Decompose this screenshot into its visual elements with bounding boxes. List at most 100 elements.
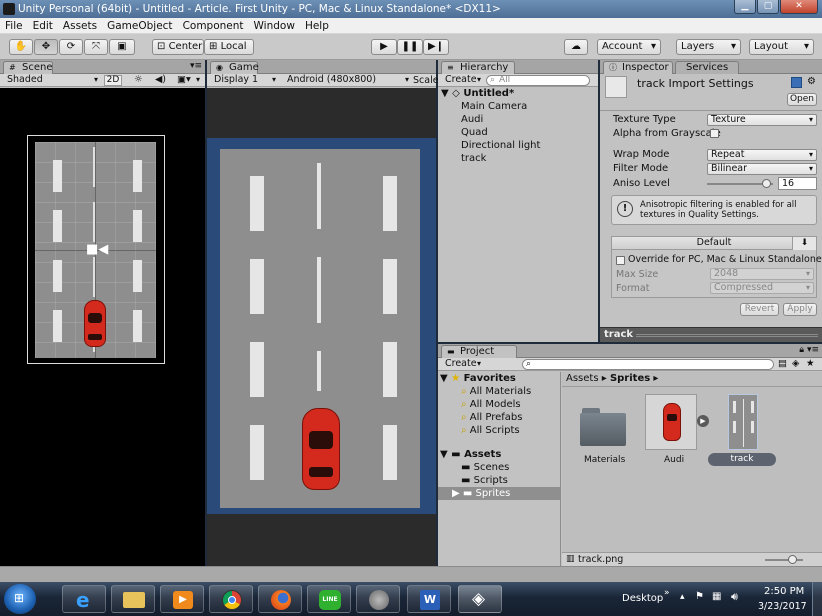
aniso-level-input[interactable]: 16: [778, 177, 817, 190]
favorites-group[interactable]: ▼ ★ Favorites: [440, 373, 516, 385]
gizmos-icon[interactable]: ▾: [196, 74, 200, 86]
firefox-taskbar-icon[interactable]: [258, 585, 302, 613]
favorite-item[interactable]: ⌕ All Scripts: [461, 425, 520, 437]
hierarchy-create-dropdown[interactable]: Create: [441, 75, 483, 86]
wrap-mode-dropdown[interactable]: Repeat: [707, 149, 817, 161]
scale-slider-label[interactable]: Scale: [413, 75, 439, 87]
hierarchy-item-quad[interactable]: Quad: [461, 127, 488, 139]
menu-assets[interactable]: Assets: [58, 18, 102, 34]
game-view[interactable]: [207, 88, 436, 566]
favorite-item[interactable]: ⌕ All Models: [461, 399, 521, 411]
lighting-icon[interactable]: ☼: [134, 74, 143, 86]
hierarchy-item-main-camera[interactable]: Main Camera: [461, 101, 527, 113]
asset-folder-scripts[interactable]: ▬ Scripts: [461, 475, 508, 487]
download-icon[interactable]: ⬇: [792, 237, 816, 250]
speaker-app-taskbar-icon[interactable]: [356, 585, 400, 613]
shading-dropdown[interactable]: Shaded: [3, 75, 100, 86]
tab-project[interactable]: ▬ Project: [441, 345, 517, 358]
asset-track[interactable]: [728, 394, 758, 450]
zoom-slider-thumb[interactable]: [788, 555, 797, 564]
cloud-icon[interactable]: ☁: [564, 39, 588, 55]
menu-help[interactable]: Help: [300, 18, 334, 34]
hand-tool-icon[interactable]: ✋: [9, 39, 33, 55]
unity-taskbar-icon[interactable]: ◈: [458, 585, 502, 613]
panel-menu-icon[interactable]: ▾≡: [190, 61, 202, 71]
hierarchy-item-audi[interactable]: Audi: [461, 114, 483, 126]
layers-dropdown[interactable]: Layers ▾: [676, 39, 741, 55]
tab-scene[interactable]: # Scene: [3, 61, 53, 74]
panel-menu-icon[interactable]: ▾≡: [807, 345, 819, 355]
pivot-local-button[interactable]: ⊞ Local: [204, 39, 254, 55]
pivot-center-button[interactable]: ⊡ Center: [152, 39, 204, 55]
move-tool-icon[interactable]: ✥: [34, 39, 58, 55]
override-platform-checkbox[interactable]: [616, 256, 625, 265]
pause-button[interactable]: ❚❚: [397, 39, 423, 55]
menu-file[interactable]: File: [0, 18, 28, 34]
camera-gizmo-icon[interactable]: ■◀: [86, 242, 108, 257]
volume-icon[interactable]: 🔊︎: [731, 590, 738, 604]
menu-window[interactable]: Window: [249, 18, 300, 34]
filter-type-icon[interactable]: ▤: [778, 358, 787, 370]
scene-view[interactable]: ■◀: [0, 88, 205, 566]
ie-taskbar-icon[interactable]: e: [62, 585, 106, 613]
flag-icon[interactable]: ⚑: [695, 591, 704, 602]
project-search-input[interactable]: ⌕: [522, 359, 774, 370]
tab-services[interactable]: Services: [675, 61, 739, 74]
lock-icon[interactable]: 🔒︎: [799, 345, 804, 355]
scale-tool-icon[interactable]: ⤧: [84, 39, 108, 55]
hierarchy-item-directional-light[interactable]: Directional light: [461, 140, 540, 152]
menu-gameobject[interactable]: GameObject: [102, 18, 177, 34]
asset-materials[interactable]: [580, 408, 628, 446]
display-dropdown[interactable]: Display 1: [210, 75, 278, 86]
maximize-button[interactable]: ▢: [757, 0, 779, 14]
clock-time[interactable]: 2:50 PM: [764, 586, 804, 597]
asset-folder-scenes[interactable]: ▬ Scenes: [461, 462, 509, 474]
breadcrumb-sprites[interactable]: Sprites: [610, 373, 650, 384]
expand-sprite-icon[interactable]: ▶: [697, 415, 709, 427]
rotate-tool-icon[interactable]: ⟳: [59, 39, 83, 55]
media-player-taskbar-icon[interactable]: ▶: [160, 585, 204, 613]
menu-component[interactable]: Component: [178, 18, 249, 34]
step-button[interactable]: ▶❙: [423, 39, 449, 55]
open-button[interactable]: Open: [787, 93, 817, 106]
asset-folder-sprites[interactable]: ▶ ▬ Sprites: [452, 488, 510, 500]
layout-dropdown[interactable]: Layout ▾: [749, 39, 814, 55]
texture-type-dropdown[interactable]: Texture: [707, 114, 817, 126]
minimize-button[interactable]: ▁: [734, 0, 756, 14]
project-create-dropdown[interactable]: Create: [441, 359, 483, 370]
preview-header[interactable]: track: [600, 327, 822, 342]
asset-audi[interactable]: [645, 394, 697, 450]
revert-button[interactable]: Revert: [740, 303, 779, 316]
settings-gear-icon[interactable]: ⚙: [807, 76, 816, 87]
breadcrumb-assets[interactable]: Assets: [566, 373, 599, 384]
favorite-item[interactable]: ⌕ All Prefabs: [461, 412, 522, 424]
hierarchy-item-track[interactable]: track: [461, 153, 486, 165]
word-taskbar-icon[interactable]: W: [407, 585, 451, 613]
start-button[interactable]: ⊞: [4, 584, 36, 614]
tab-hierarchy[interactable]: ≡ Hierarchy: [441, 61, 515, 74]
favorite-star-icon[interactable]: ★: [806, 358, 815, 370]
hierarchy-search-input[interactable]: ⌕ All: [486, 75, 590, 86]
apply-button[interactable]: Apply: [783, 303, 817, 316]
network-icon[interactable]: ▦: [712, 591, 721, 602]
toolbar-expand-icon[interactable]: »: [664, 588, 670, 598]
alpha-grayscale-checkbox[interactable]: [710, 129, 719, 138]
help-book-icon[interactable]: [791, 77, 802, 88]
show-desktop-button[interactable]: [812, 582, 822, 616]
close-button[interactable]: ✕: [780, 0, 818, 14]
explorer-taskbar-icon[interactable]: [111, 585, 155, 613]
chrome-taskbar-icon[interactable]: [209, 585, 253, 613]
format-dropdown[interactable]: Compressed: [710, 282, 814, 294]
desktop-toolbar-label[interactable]: Desktop: [622, 593, 663, 604]
scene-root-item[interactable]: ▼ ◇ Untitled*: [441, 88, 514, 100]
play-button[interactable]: ▶: [371, 39, 397, 55]
clock-date[interactable]: 3/23/2017: [758, 601, 807, 612]
favorite-item[interactable]: ⌕ All Materials: [461, 386, 531, 398]
zoom-slider-track[interactable]: [765, 559, 803, 561]
audio-icon[interactable]: ◀): [155, 74, 166, 86]
rect-tool-icon[interactable]: ▣: [109, 39, 135, 55]
max-size-dropdown[interactable]: 2048: [710, 268, 814, 280]
filter-mode-dropdown[interactable]: Bilinear: [707, 163, 817, 175]
tab-inspector[interactable]: ⓘ Inspector: [603, 61, 673, 74]
aniso-slider-thumb[interactable]: [762, 179, 772, 188]
